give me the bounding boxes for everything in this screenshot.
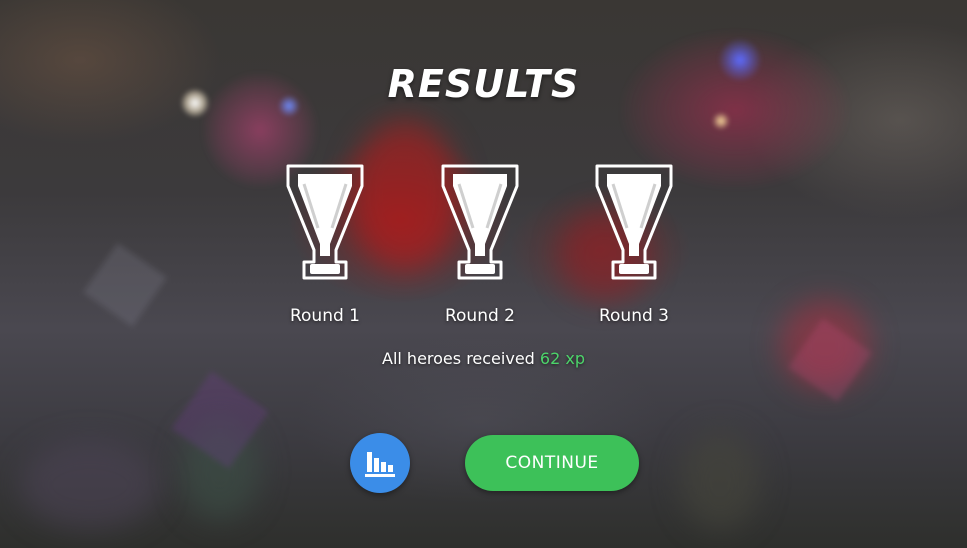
round-label: Round 1 [289,306,360,326]
xp-reward-prefix: All heroes received [382,349,535,368]
trophy-icon [595,164,673,280]
round-2-result: Round 2 [420,158,540,326]
firework-spark [712,112,730,130]
xp-reward-value: 62 xp [539,349,585,368]
background-diamond [83,243,167,327]
results-screen: RESULTS Round 1 Round 2 Round 3 All hero… [0,0,967,548]
background-blob [680,430,760,530]
trophy-icon [286,164,364,280]
bar-chart-icon [365,452,395,477]
round-label: Round 2 [444,306,515,326]
round-label: Round 3 [598,306,669,326]
background-blob [20,440,160,530]
round-1-result: Round 1 [265,158,385,326]
continue-button[interactable]: CONTINUE [465,435,639,491]
stats-button[interactable] [350,433,410,493]
xp-reward-text: All heroes received 62 xp [0,349,967,368]
round-3-result: Round 3 [574,158,694,326]
results-title: RESULTS [387,62,580,106]
trophy-icon [441,164,519,280]
